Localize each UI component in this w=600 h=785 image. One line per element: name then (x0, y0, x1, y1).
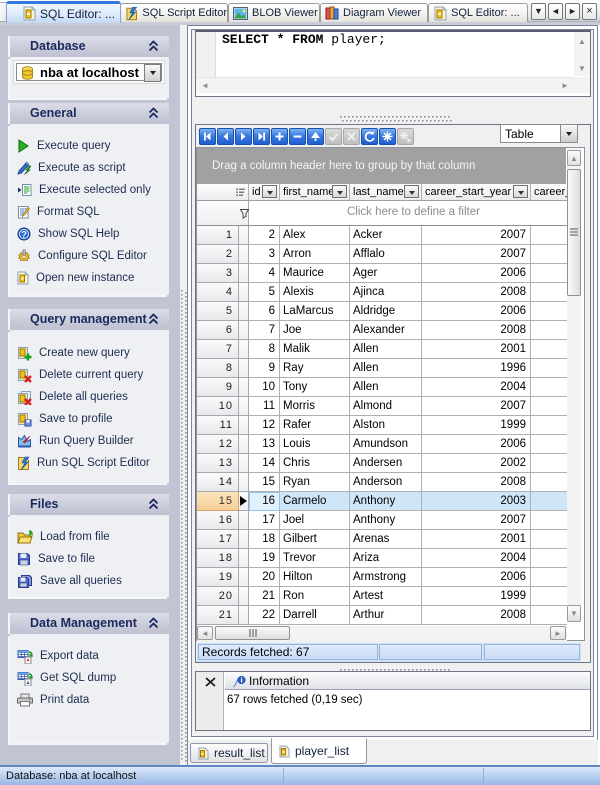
svg-text:?: ? (21, 229, 27, 240)
